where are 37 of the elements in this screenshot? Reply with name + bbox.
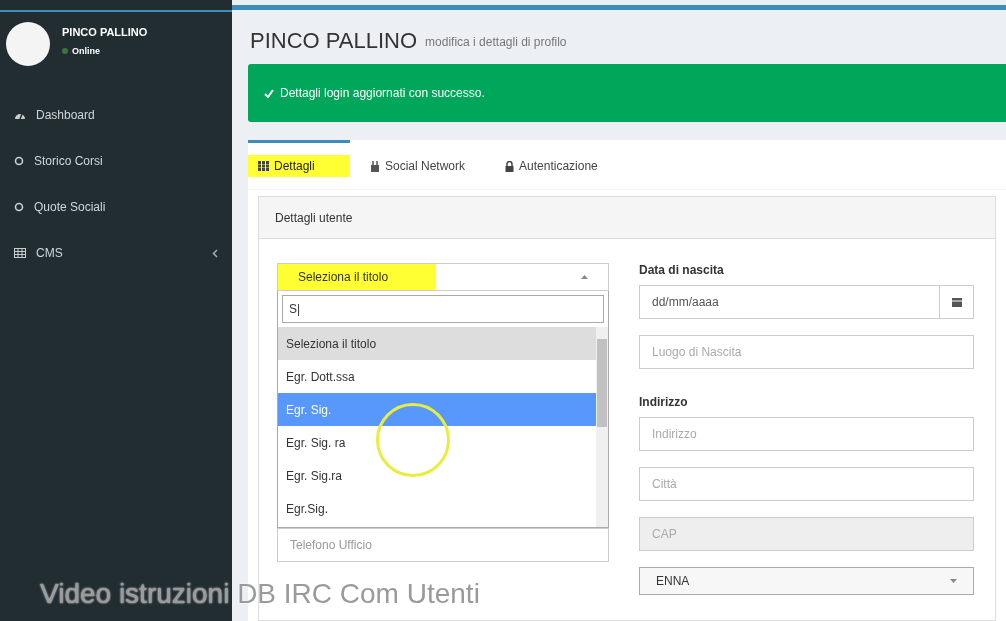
input-field[interactable]: Città bbox=[639, 467, 974, 501]
tab[interactable]: Social Network bbox=[350, 140, 486, 189]
user-name: PINCO PALLINO bbox=[62, 25, 148, 40]
field-label: Indirizzo bbox=[639, 394, 689, 411]
tab[interactable]: Autenticazione bbox=[485, 140, 618, 189]
input-field[interactable]: Luogo di Nascita bbox=[639, 335, 974, 369]
sidebar-item[interactable]: Quote Sociali bbox=[0, 184, 232, 230]
select-field[interactable]: ENNA bbox=[639, 567, 974, 595]
panel-title: Dettagli utente bbox=[275, 209, 353, 227]
page-title: PINCO PALLINO bbox=[250, 30, 418, 52]
success-alert: Dettagli login aggiornati con successo. bbox=[248, 64, 1006, 122]
avatar bbox=[6, 22, 50, 66]
sidebar-item[interactable]: Storico Corsi bbox=[0, 138, 232, 184]
select-field[interactable]: Seleziona il titolo bbox=[277, 263, 609, 291]
video-caption: Video istruzioni DB IRC Com Utenti bbox=[40, 580, 480, 608]
user-status: Online bbox=[72, 44, 100, 58]
dropdown-option[interactable]: Seleziona il titolo bbox=[278, 327, 596, 360]
date-field[interactable]: dd/mm/aaaa bbox=[639, 285, 974, 319]
input-field[interactable]: Telefono Ufficio bbox=[277, 528, 609, 562]
grid-icon bbox=[258, 161, 269, 171]
search-field[interactable]: S| bbox=[282, 295, 604, 323]
caret-up-icon bbox=[581, 275, 588, 279]
chevron-left-icon bbox=[212, 248, 218, 258]
input-field[interactable]: Indirizzo bbox=[639, 417, 974, 451]
caret-down-icon bbox=[950, 579, 957, 583]
field-label: Data di nascita bbox=[639, 262, 725, 279]
circle-icon bbox=[14, 202, 24, 212]
page-subtitle: modifica i dettagli di profilo bbox=[425, 34, 567, 51]
circle-icon bbox=[14, 156, 24, 166]
sidebar-item[interactable]: CMS bbox=[0, 230, 232, 276]
check-icon bbox=[264, 88, 274, 98]
sidebar-item[interactable]: Dashboard bbox=[0, 92, 232, 138]
input-field: CAP bbox=[639, 517, 974, 551]
table-icon bbox=[14, 248, 26, 258]
scrollbar[interactable] bbox=[596, 327, 608, 527]
cursor-highlight-icon bbox=[376, 403, 450, 477]
lock-icon bbox=[505, 160, 515, 172]
